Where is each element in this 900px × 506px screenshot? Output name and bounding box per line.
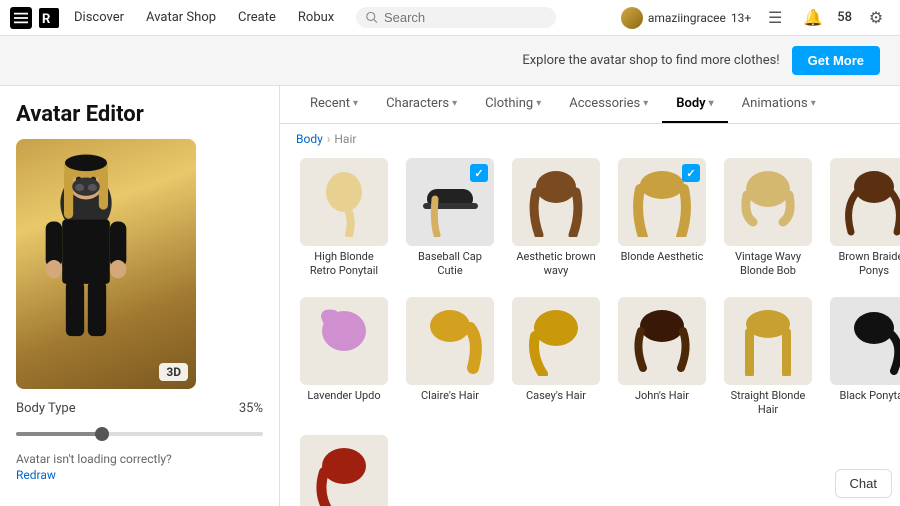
body-type-label: Body Type <box>16 401 76 416</box>
hair-item-name: Brown Braided Ponys <box>830 250 900 279</box>
breadcrumb-separator: › <box>327 132 331 146</box>
age-label: 13+ <box>731 11 751 25</box>
hair-item-name: Baseball Cap Cutie <box>406 250 494 279</box>
chat-icon[interactable]: ☰ <box>761 4 789 32</box>
breadcrumb-current: Hair <box>334 132 356 146</box>
hair-item-name: Straight Blonde Hair <box>724 389 812 418</box>
redraw-link[interactable]: Redraw <box>16 468 263 482</box>
redraw-row: Avatar isn't loading correctly? Redraw <box>16 452 263 482</box>
hair-item-name: Claire's Hair <box>421 389 479 403</box>
hair-item[interactable]: Casey's Hair <box>508 293 604 422</box>
hair-thumbnail <box>724 158 812 246</box>
hair-item[interactable]: Claire's Hair <box>402 293 498 422</box>
hair-item-name: Casey's Hair <box>526 389 586 403</box>
hair-thumbnail <box>830 297 900 385</box>
tab-recent-arrow: ▾ <box>353 98 358 109</box>
hair-grid: High Blonde Retro Ponytail ✓ Baseball Cap … <box>280 154 900 506</box>
tab-accessories[interactable]: Accessories ▾ <box>555 86 662 123</box>
page-title: Avatar Editor <box>16 102 263 127</box>
hair-thumbnail <box>406 297 494 385</box>
tab-characters-arrow: ▾ <box>452 98 457 109</box>
chat-button[interactable]: Chat <box>835 469 892 498</box>
nav-create[interactable]: Create <box>230 10 284 25</box>
slider-thumb[interactable] <box>95 427 109 441</box>
hair-thumbnail: ✓ <box>406 158 494 246</box>
loading-message: Avatar isn't loading correctly? <box>16 452 263 466</box>
avatar-preview: 3D <box>16 139 196 389</box>
hamburger-icon[interactable] <box>10 7 32 29</box>
hair-item[interactable]: High Blonde Retro Ponytail <box>296 154 392 283</box>
hair-thumbnail <box>512 297 600 385</box>
slider-fill <box>16 432 102 436</box>
banner-text: Explore the avatar shop to find more clo… <box>522 53 779 68</box>
username-label: amaziingracee <box>648 11 726 25</box>
top-nav: R Discover Avatar Shop Create Robux amaz… <box>0 0 900 36</box>
hair-thumbnail <box>512 158 600 246</box>
left-panel: Avatar Editor <box>0 86 280 506</box>
breadcrumb: Body › Hair <box>280 124 900 154</box>
tab-clothing[interactable]: Clothing ▾ <box>471 86 555 123</box>
hair-item-name: Lavender Updo <box>307 389 380 403</box>
tab-accessories-arrow: ▾ <box>643 98 648 109</box>
hair-item-name: John's Hair <box>635 389 689 403</box>
hair-thumbnail <box>830 158 900 246</box>
body-type-pct: 35% <box>239 401 263 416</box>
robux-count: 58 <box>837 10 852 25</box>
right-panel: Recent ▾ Characters ▾ Clothing ▾ Accesso… <box>280 86 900 506</box>
avatar-image <box>621 7 643 29</box>
hair-thumbnail <box>300 158 388 246</box>
selected-badge: ✓ <box>682 164 700 182</box>
nav-right: amaziingracee 13+ ☰ 🔔 58 ⚙ <box>621 4 890 32</box>
hair-thumbnail <box>724 297 812 385</box>
tab-characters[interactable]: Characters ▾ <box>372 86 471 123</box>
roblox-logo-icon[interactable]: R <box>38 7 60 29</box>
hair-item[interactable]: Vintage Wavy Blonde Bob <box>720 154 816 283</box>
hair-thumbnail <box>300 297 388 385</box>
tab-body[interactable]: Body ▾ <box>662 86 727 123</box>
hair-item-name: Blonde Aesthetic <box>621 250 704 264</box>
hair-item[interactable]: Black Ponytail <box>826 293 900 422</box>
hair-item-name: High Blonde Retro Ponytail <box>300 250 388 279</box>
body-type-slider[interactable] <box>16 432 263 436</box>
hair-thumbnail <box>300 435 388 506</box>
tab-clothing-arrow: ▾ <box>536 98 541 109</box>
hair-item[interactable]: Lavender Updo <box>296 293 392 422</box>
search-icon <box>366 11 378 24</box>
hair-item[interactable]: John's Hair <box>614 293 710 422</box>
search-bar[interactable] <box>356 7 556 28</box>
hair-item[interactable]: Aesthetic brown wavy <box>508 154 604 283</box>
user-avatar[interactable]: amaziingracee 13+ <box>621 7 751 29</box>
hair-thumbnail <box>618 297 706 385</box>
hair-item[interactable]: Brown Braided Ponys <box>826 154 900 283</box>
promo-banner: Explore the avatar shop to find more clo… <box>0 36 900 86</box>
tab-animations-arrow: ▾ <box>811 98 816 109</box>
hair-item[interactable]: Red Curly Hair <box>296 431 392 506</box>
avatar-figure <box>16 139 156 359</box>
tab-recent[interactable]: Recent ▾ <box>296 86 372 123</box>
hair-item-name: Aesthetic brown wavy <box>512 250 600 279</box>
hair-item-name: Vintage Wavy Blonde Bob <box>724 250 812 279</box>
hair-thumbnail: ✓ <box>618 158 706 246</box>
svg-text:R: R <box>42 12 51 27</box>
nav-robux[interactable]: Robux <box>290 10 342 25</box>
main-content: Avatar Editor <box>0 86 900 506</box>
hair-item[interactable]: Straight Blonde Hair <box>720 293 816 422</box>
breadcrumb-body[interactable]: Body <box>296 132 323 146</box>
nav-avatar-shop[interactable]: Avatar Shop <box>138 10 224 25</box>
hair-item-name: Black Ponytail <box>840 389 900 403</box>
body-type-row: Body Type 35% <box>16 401 263 416</box>
selected-badge: ✓ <box>470 164 488 182</box>
nav-discover[interactable]: Discover <box>66 10 132 25</box>
search-input[interactable] <box>384 10 546 25</box>
hair-item[interactable]: ✓ Baseball Cap Cutie <box>402 154 498 283</box>
notification-icon[interactable]: 🔔 <box>799 4 827 32</box>
hair-item[interactable]: ✓ Blonde Aesthetic <box>614 154 710 283</box>
tab-body-arrow: ▾ <box>709 98 714 109</box>
tab-animations[interactable]: Animations ▾ <box>728 86 830 123</box>
settings-icon[interactable]: ⚙ <box>862 4 890 32</box>
category-tabs: Recent ▾ Characters ▾ Clothing ▾ Accesso… <box>280 86 900 124</box>
get-more-button[interactable]: Get More <box>792 46 880 75</box>
3d-badge: 3D <box>159 363 188 381</box>
